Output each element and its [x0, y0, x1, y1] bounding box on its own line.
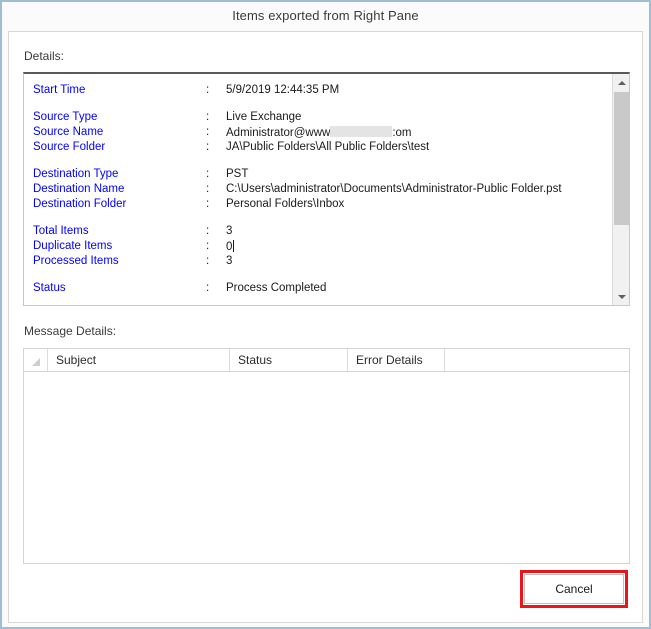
page-title: Items exported from Right Pane: [232, 8, 419, 23]
details-panel: Start Time : 5/9/2019 12:44:35 PM Source…: [23, 72, 630, 306]
cancel-button-group: Cancel: [520, 570, 628, 608]
chevron-up-icon: [617, 80, 626, 85]
detail-value: Live Exchange: [226, 111, 302, 123]
details-scrollbar[interactable]: [612, 74, 629, 305]
detail-separator: :: [206, 225, 210, 237]
detail-label: Source Type: [33, 111, 98, 123]
detail-row-destination-folder: Destination Folder : Personal Folders\In…: [24, 198, 611, 213]
table-header-row: Subject Status Error Details: [24, 349, 629, 372]
detail-separator: :: [206, 141, 210, 153]
detail-value: 0: [226, 240, 235, 253]
detail-label: Source Folder: [33, 141, 106, 153]
column-header-subject[interactable]: Subject: [48, 349, 230, 371]
scroll-down-button[interactable]: [613, 288, 629, 305]
detail-label: Source Name: [33, 126, 104, 138]
detail-value-suffix: :om: [392, 127, 412, 139]
title-bar: Items exported from Right Pane: [2, 2, 649, 29]
detail-separator: :: [206, 168, 210, 180]
detail-row-destination-type: Destination Type : PST: [24, 168, 611, 183]
column-header-filler: [445, 349, 630, 371]
detail-label: Status: [33, 282, 66, 294]
select-all-corner[interactable]: [24, 349, 48, 371]
detail-separator: :: [206, 84, 210, 96]
detail-separator: :: [206, 240, 210, 252]
detail-separator: :: [206, 111, 210, 123]
details-list: Start Time : 5/9/2019 12:44:35 PM Source…: [24, 74, 611, 305]
message-details-table: Subject Status Error Details: [23, 348, 630, 564]
detail-value: 3: [226, 255, 233, 267]
detail-label: Start Time: [33, 84, 86, 96]
detail-value: PST: [226, 168, 249, 180]
detail-separator: :: [206, 198, 210, 210]
detail-label: Destination Folder: [33, 198, 127, 210]
detail-value: C:\Users\administrator\Documents\Adminis…: [226, 183, 562, 195]
detail-row-duplicate-items: Duplicate Items : 0: [24, 240, 611, 255]
detail-label: Destination Name: [33, 183, 125, 195]
detail-label: Total Items: [33, 225, 89, 237]
detail-row-source-folder: Source Folder : JA\Public Folders\All Pu…: [24, 141, 611, 156]
detail-value: Administrator@www :om: [226, 126, 412, 139]
scroll-up-button[interactable]: [613, 74, 629, 91]
message-details-label: Message Details:: [24, 324, 117, 338]
detail-separator: :: [206, 282, 210, 294]
detail-row-destination-name: Destination Name : C:\Users\administrato…: [24, 183, 611, 198]
detail-label: Processed Items: [33, 255, 119, 267]
detail-value: 5/9/2019 12:44:35 PM: [226, 84, 340, 96]
detail-value: Process Completed: [226, 282, 327, 294]
detail-value: Personal Folders\Inbox: [226, 198, 345, 210]
column-header-status[interactable]: Status: [230, 349, 348, 371]
details-section-label: Details:: [24, 49, 65, 63]
dialog-window: Items exported from Right Pane Details: …: [0, 0, 651, 629]
detail-row-start-time: Start Time : 5/9/2019 12:44:35 PM: [24, 84, 611, 99]
scrollbar-thumb[interactable]: [614, 92, 629, 225]
detail-row-processed-items: Processed Items : 3: [24, 255, 611, 270]
chevron-down-icon: [617, 294, 626, 299]
detail-label: Duplicate Items: [33, 240, 113, 252]
detail-row-total-items: Total Items : 3: [24, 225, 611, 240]
detail-value: 3: [226, 225, 233, 237]
text-caret: [233, 240, 235, 252]
cancel-button[interactable]: Cancel: [524, 574, 624, 604]
detail-separator: :: [206, 126, 210, 138]
detail-row-source-type: Source Type : Live Exchange: [24, 111, 611, 126]
detail-value-text: 0: [226, 241, 233, 253]
triangle-icon: [31, 358, 40, 366]
detail-value: JA\Public Folders\All Public Folders\tes…: [226, 141, 430, 153]
dialog-body: Details: Start Time : 5/9/2019 12:44:35 …: [8, 31, 643, 623]
detail-value-prefix: Administrator@www: [226, 127, 331, 139]
redaction-block: [330, 126, 393, 137]
detail-separator: :: [206, 183, 210, 195]
detail-row-status: Status : Process Completed: [24, 282, 611, 297]
detail-separator: :: [206, 255, 210, 267]
detail-row-source-name: Source Name : Administrator@www :om: [24, 126, 611, 141]
column-header-error-details[interactable]: Error Details: [348, 349, 445, 371]
detail-label: Destination Type: [33, 168, 119, 180]
